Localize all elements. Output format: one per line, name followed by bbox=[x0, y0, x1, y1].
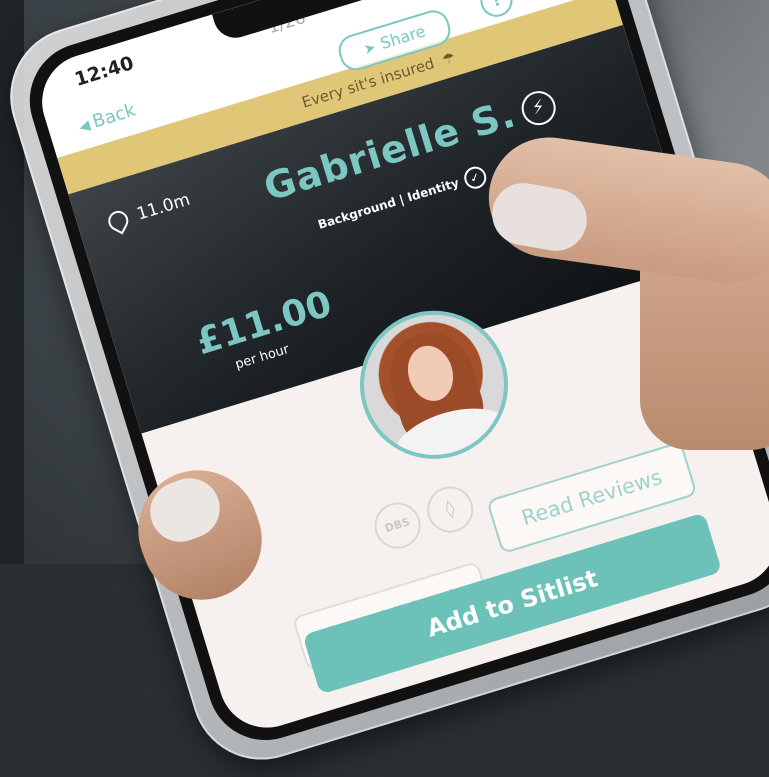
back-label: Back bbox=[90, 99, 139, 133]
status-time: 12:40 bbox=[72, 52, 137, 91]
first-aid-icon[interactable]: ◊ bbox=[421, 480, 479, 539]
location-pin-icon bbox=[104, 207, 132, 235]
verified-check-icon: ✓ bbox=[461, 164, 489, 192]
share-label: Share bbox=[378, 21, 428, 54]
distance-value: 11.0m bbox=[134, 189, 193, 225]
dbs-badge[interactable]: DBS bbox=[368, 496, 427, 555]
umbrella-icon: ☂ bbox=[440, 49, 458, 69]
back-chevron-icon: ◀ bbox=[77, 117, 93, 136]
distance: 11.0m bbox=[104, 189, 193, 235]
lightning-icon: ⚡ bbox=[517, 86, 561, 129]
share-icon: ➤ bbox=[361, 39, 378, 59]
back-button[interactable]: ◀Back bbox=[76, 100, 138, 137]
